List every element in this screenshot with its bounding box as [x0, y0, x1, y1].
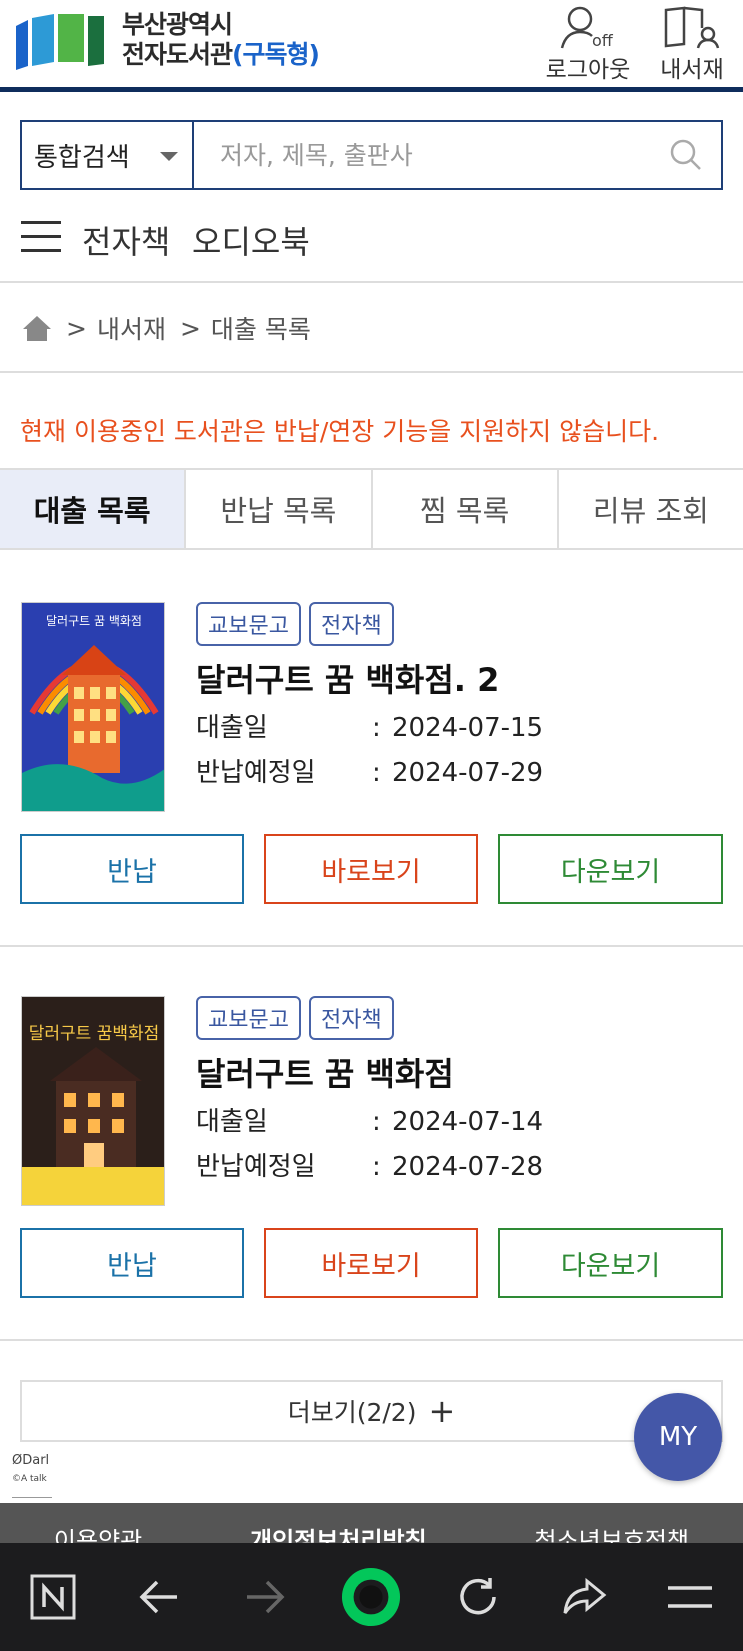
book-title[interactable]: 달러구트 꿈 백화점. 2	[196, 655, 499, 701]
category-menu: 전자책 오디오북	[0, 205, 743, 283]
footer-youth-link[interactable]: 청소년보호정책	[535, 1521, 690, 1543]
loan-item: 달러구트 꿈 백화점 교보문고 전자책 달러구트 꿈 백화점. 2 대출일:20…	[0, 552, 743, 947]
search-bar: 통합검색	[20, 120, 723, 190]
plus-icon: +	[428, 1392, 456, 1430]
loan-date-row: 대출일:2024-07-15	[196, 707, 543, 744]
book-badges: 교보문고 전자책	[196, 996, 394, 1040]
forward-icon[interactable]	[235, 1567, 295, 1627]
search-input[interactable]	[194, 122, 651, 188]
read-now-button[interactable]: 바로보기	[264, 1228, 478, 1298]
my-library-button[interactable]: 내서재	[652, 4, 732, 84]
darl-logo[interactable]: ØDarl ©A talk	[12, 1452, 52, 1498]
breadcrumb-separator: >	[66, 313, 87, 343]
logout-button[interactable]: off 로그아웃	[540, 4, 636, 84]
list-tabs: 대출 목록 반납 목록 찜 목록 리뷰 조회	[0, 468, 743, 550]
tab-review-list[interactable]: 리뷰 조회	[556, 470, 743, 548]
download-button[interactable]: 다운보기	[498, 834, 723, 904]
naver-home-icon[interactable]	[23, 1567, 83, 1627]
green-dot-icon[interactable]	[341, 1567, 401, 1627]
download-button[interactable]: 다운보기	[498, 1228, 723, 1298]
library-logo-icon[interactable]	[14, 12, 106, 70]
due-date-value: 2024-07-28	[392, 1152, 544, 1182]
library-name-sub: (구독형)	[232, 40, 320, 69]
breadcrumb-my-library[interactable]: 내서재	[97, 310, 166, 346]
logout-label: 로그아웃	[545, 57, 631, 83]
category-ebook[interactable]: 전자책	[82, 217, 170, 263]
back-icon[interactable]	[129, 1567, 189, 1627]
tab-wish-list[interactable]: 찜 목록	[370, 470, 557, 548]
refresh-icon[interactable]	[448, 1567, 508, 1627]
breadcrumb: > 내서재 > 대출 목록	[0, 285, 743, 373]
format-badge: 전자책	[308, 602, 394, 646]
site-header: 부산광역시 전자도서관(구독형) off 로그아웃 내서재	[0, 0, 743, 92]
search-button[interactable]	[651, 122, 721, 188]
library-name-line2: 전자도서관	[122, 40, 233, 69]
due-date-row: 반납예정일:2024-07-28	[196, 1146, 543, 1183]
breadcrumb-loan-list[interactable]: 대출 목록	[211, 310, 311, 346]
tab-loan-list[interactable]: 대출 목록	[0, 470, 185, 548]
book-cover-image[interactable]: 달러구트 꿈 백화점	[21, 602, 165, 812]
publisher-badge: 교보문고	[196, 996, 301, 1040]
site-footer: 이용약관 개인정보처리방침 청소년보호정책	[0, 1503, 743, 1543]
breadcrumb-separator: >	[179, 313, 201, 343]
my-menu-button[interactable]: MY	[634, 1393, 722, 1481]
loan-date-label: 대출일	[196, 713, 268, 743]
loan-date-value: 2024-07-14	[392, 1107, 544, 1137]
due-date-value: 2024-07-29	[392, 758, 544, 788]
library-name-line1: 부산광역시	[122, 10, 233, 39]
notice-message: 현재 이용중인 도서관은 반납/연장 기능을 지원하지 않습니다.	[20, 417, 660, 446]
search-scope-select[interactable]: 통합검색	[22, 122, 194, 188]
book-cover-image[interactable]: 달러구트 꿈백화점	[21, 996, 165, 1206]
search-icon	[670, 139, 701, 170]
user-off-icon: off	[560, 6, 614, 50]
browser-toolbar	[0, 1543, 743, 1651]
due-date-row: 반납예정일:2024-07-29	[196, 752, 543, 789]
loan-date-value: 2024-07-15	[392, 713, 544, 743]
footer-terms-link[interactable]: 이용약관	[54, 1521, 142, 1543]
my-library-label: 내서재	[660, 57, 724, 83]
caret-down-icon	[160, 152, 178, 161]
footer-privacy-link[interactable]: 개인정보처리방침	[250, 1521, 427, 1543]
publisher-badge: 교보문고	[196, 602, 301, 646]
loan-date-label: 대출일	[196, 1107, 268, 1137]
format-badge: 전자책	[308, 996, 394, 1040]
tab-return-list[interactable]: 반납 목록	[184, 470, 370, 548]
book-title[interactable]: 달러구트 꿈 백화점	[196, 1049, 454, 1095]
menu-icon[interactable]	[21, 221, 61, 257]
menu-lines-icon[interactable]	[660, 1567, 720, 1627]
share-icon[interactable]	[554, 1567, 614, 1627]
svg-text:달러구트 꿈백화점: 달러구트 꿈백화점	[29, 1024, 160, 1044]
loan-item: 달러구트 꿈백화점 교보문고 전자책 달러구트 꿈 백화점 대출일:2024-0…	[0, 946, 743, 1341]
library-name[interactable]: 부산광역시 전자도서관(구독형)	[122, 10, 320, 70]
category-audiobook[interactable]: 오디오북	[192, 217, 310, 263]
return-button[interactable]: 반납	[20, 1228, 244, 1298]
svg-text:off: off	[592, 31, 614, 50]
load-more-button[interactable]: 더보기(2/2) +	[20, 1380, 723, 1442]
svg-text:달러구트 꿈 백화점: 달러구트 꿈 백화점	[46, 614, 142, 628]
bookshelf-icon	[664, 6, 720, 49]
due-date-label: 반납예정일	[196, 1152, 316, 1182]
loan-date-row: 대출일:2024-07-14	[196, 1101, 543, 1138]
home-icon[interactable]	[22, 314, 52, 342]
due-date-label: 반납예정일	[196, 758, 316, 788]
return-button[interactable]: 반납	[20, 834, 244, 904]
book-badges: 교보문고 전자책	[196, 602, 394, 646]
load-more-label: 더보기(2/2)	[287, 1398, 417, 1427]
search-scope-value: 통합검색	[34, 142, 130, 173]
read-now-button[interactable]: 바로보기	[264, 834, 478, 904]
